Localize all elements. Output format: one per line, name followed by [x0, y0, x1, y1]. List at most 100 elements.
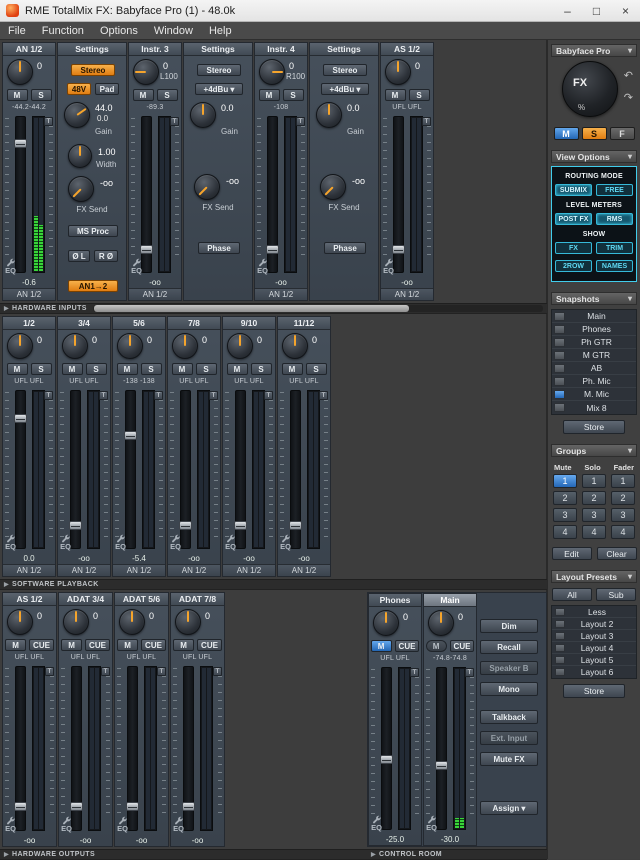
s-button[interactable]: S	[30, 363, 52, 375]
speaker-b-button[interactable]: Speaker B	[480, 661, 538, 675]
pan-knob[interactable]	[62, 333, 88, 359]
minimize-button[interactable]: –	[553, 0, 582, 21]
stereo-button[interactable]: Stereo	[197, 64, 241, 76]
snapshot-select-box[interactable]	[554, 324, 565, 334]
cue-button[interactable]: CUE	[85, 639, 110, 651]
group-cell[interactable]: 2	[582, 491, 606, 505]
fader-track[interactable]	[380, 667, 393, 830]
s-view-button[interactable]: S	[581, 127, 607, 140]
view-option-post-fx[interactable]: POST FX	[555, 213, 592, 225]
m-button[interactable]: M	[116, 363, 138, 375]
gain-knob[interactable]	[64, 102, 90, 128]
pan-knob[interactable]	[7, 333, 33, 359]
snapshot-select-box[interactable]	[554, 376, 565, 386]
snapshot-store-button[interactable]: Store	[563, 420, 625, 434]
fader-handle[interactable]	[179, 520, 192, 530]
view-option-rms[interactable]: RMS	[596, 213, 633, 225]
wrench-icon[interactable]	[5, 813, 16, 825]
fader-handle[interactable]	[234, 520, 247, 530]
pan-knob[interactable]	[63, 609, 89, 635]
pan-knob[interactable]	[133, 59, 159, 85]
mute-fx-button[interactable]: Mute FX	[480, 752, 538, 766]
group-cell[interactable]: 4	[611, 525, 635, 539]
undo-arrow-icon[interactable]: ↶	[624, 69, 633, 82]
menu-options[interactable]: Options	[92, 22, 146, 39]
cue-button[interactable]: CUE	[394, 640, 420, 652]
pan-knob[interactable]	[7, 59, 33, 85]
collapse-arrow-icon[interactable]: ▶	[4, 305, 9, 312]
group-cell[interactable]: 3	[582, 508, 606, 522]
fader-handle[interactable]	[14, 801, 27, 811]
s-button[interactable]: S	[30, 89, 52, 101]
recall-button[interactable]: Recall	[480, 640, 538, 654]
strip-name[interactable]: ADAT 7/8	[171, 593, 224, 606]
gain-knob[interactable]	[190, 102, 216, 128]
s-button[interactable]: S	[408, 89, 430, 101]
strip-name[interactable]: Instr. 4	[255, 43, 307, 56]
fader-track[interactable]	[289, 390, 302, 549]
m-button[interactable]: M	[117, 639, 139, 651]
s-button[interactable]: S	[195, 363, 217, 375]
snapshot-select-box[interactable]	[554, 350, 565, 360]
gain-knob[interactable]	[316, 102, 342, 128]
strip-name[interactable]: AS 1/2	[381, 43, 433, 56]
snapshot-select-box[interactable]	[554, 311, 565, 321]
m-button[interactable]: M	[132, 89, 154, 101]
fader-handle[interactable]	[289, 520, 302, 530]
m-button[interactable]: M	[425, 640, 447, 652]
view-option-2row[interactable]: 2ROW	[555, 260, 592, 272]
route-label[interactable]: AN 1/2	[168, 564, 220, 576]
fader-handle[interactable]	[392, 245, 405, 255]
snapshot-select-box[interactable]	[554, 389, 565, 399]
cue-button[interactable]: CUE	[449, 640, 475, 652]
m-button[interactable]: M	[61, 363, 83, 375]
layout-preset-checkbox[interactable]	[555, 655, 565, 664]
wrench-icon[interactable]	[5, 531, 16, 543]
wrench-icon[interactable]	[371, 812, 382, 824]
m-button[interactable]: M	[370, 640, 392, 652]
layout-preset-item[interactable]: Layout 5	[552, 654, 636, 666]
pan-knob[interactable]	[175, 609, 201, 635]
trim-button[interactable]: T	[154, 391, 163, 400]
fader-track[interactable]	[140, 116, 153, 273]
fader-handle[interactable]	[14, 139, 27, 149]
strip-name[interactable]: Main	[424, 594, 476, 607]
trim-button[interactable]: T	[422, 117, 431, 126]
layout-tab-sub[interactable]: Sub	[596, 588, 636, 601]
redo-arrow-icon[interactable]: ↷	[624, 91, 633, 104]
fader-track[interactable]	[266, 116, 279, 273]
fx-send-knob[interactable]	[320, 174, 346, 200]
m-button[interactable]: M	[6, 89, 28, 101]
trim-button[interactable]: T	[209, 391, 218, 400]
pan-knob[interactable]	[7, 609, 33, 635]
trim-button[interactable]: T	[296, 117, 305, 126]
view-options-header[interactable]: View Options ▾	[551, 150, 637, 163]
strip-name[interactable]: 9/10	[223, 317, 275, 330]
mono-button[interactable]: Mono	[480, 682, 538, 696]
cue-button[interactable]: CUE	[29, 639, 54, 651]
strip-name[interactable]: 5/6	[113, 317, 165, 330]
reference-level-dropdown[interactable]: +4dBu ▾	[321, 83, 369, 95]
fader-track[interactable]	[14, 116, 27, 273]
ext-input-button[interactable]: Ext. Input	[480, 731, 538, 745]
m-button[interactable]: M	[226, 363, 248, 375]
layout-preset-item[interactable]: Layout 2	[552, 618, 636, 630]
routing-button[interactable]: AN1→2	[68, 280, 118, 292]
fader-handle[interactable]	[14, 413, 27, 423]
snapshot-item[interactable]: Main	[552, 310, 636, 323]
menu-help[interactable]: Help	[201, 22, 240, 39]
wrench-icon[interactable]	[5, 255, 16, 267]
fader-handle[interactable]	[69, 520, 82, 530]
strip-name[interactable]: Instr. 3	[129, 43, 181, 56]
fader-handle[interactable]	[266, 245, 279, 255]
pan-knob[interactable]	[117, 333, 143, 359]
group-cell[interactable]: 1	[582, 474, 606, 488]
assign-button[interactable]: Assign ▾	[480, 801, 538, 815]
view-option-names[interactable]: NAMES	[596, 260, 633, 272]
fx-send-knob[interactable]	[194, 174, 220, 200]
trim-button[interactable]: T	[319, 391, 328, 400]
reference-level-dropdown[interactable]: +4dBu ▾	[195, 83, 243, 95]
layout-preset-item[interactable]: Layout 4	[552, 642, 636, 654]
collapse-arrow-icon[interactable]: ▶	[371, 851, 376, 858]
fader-track[interactable]	[69, 390, 82, 549]
